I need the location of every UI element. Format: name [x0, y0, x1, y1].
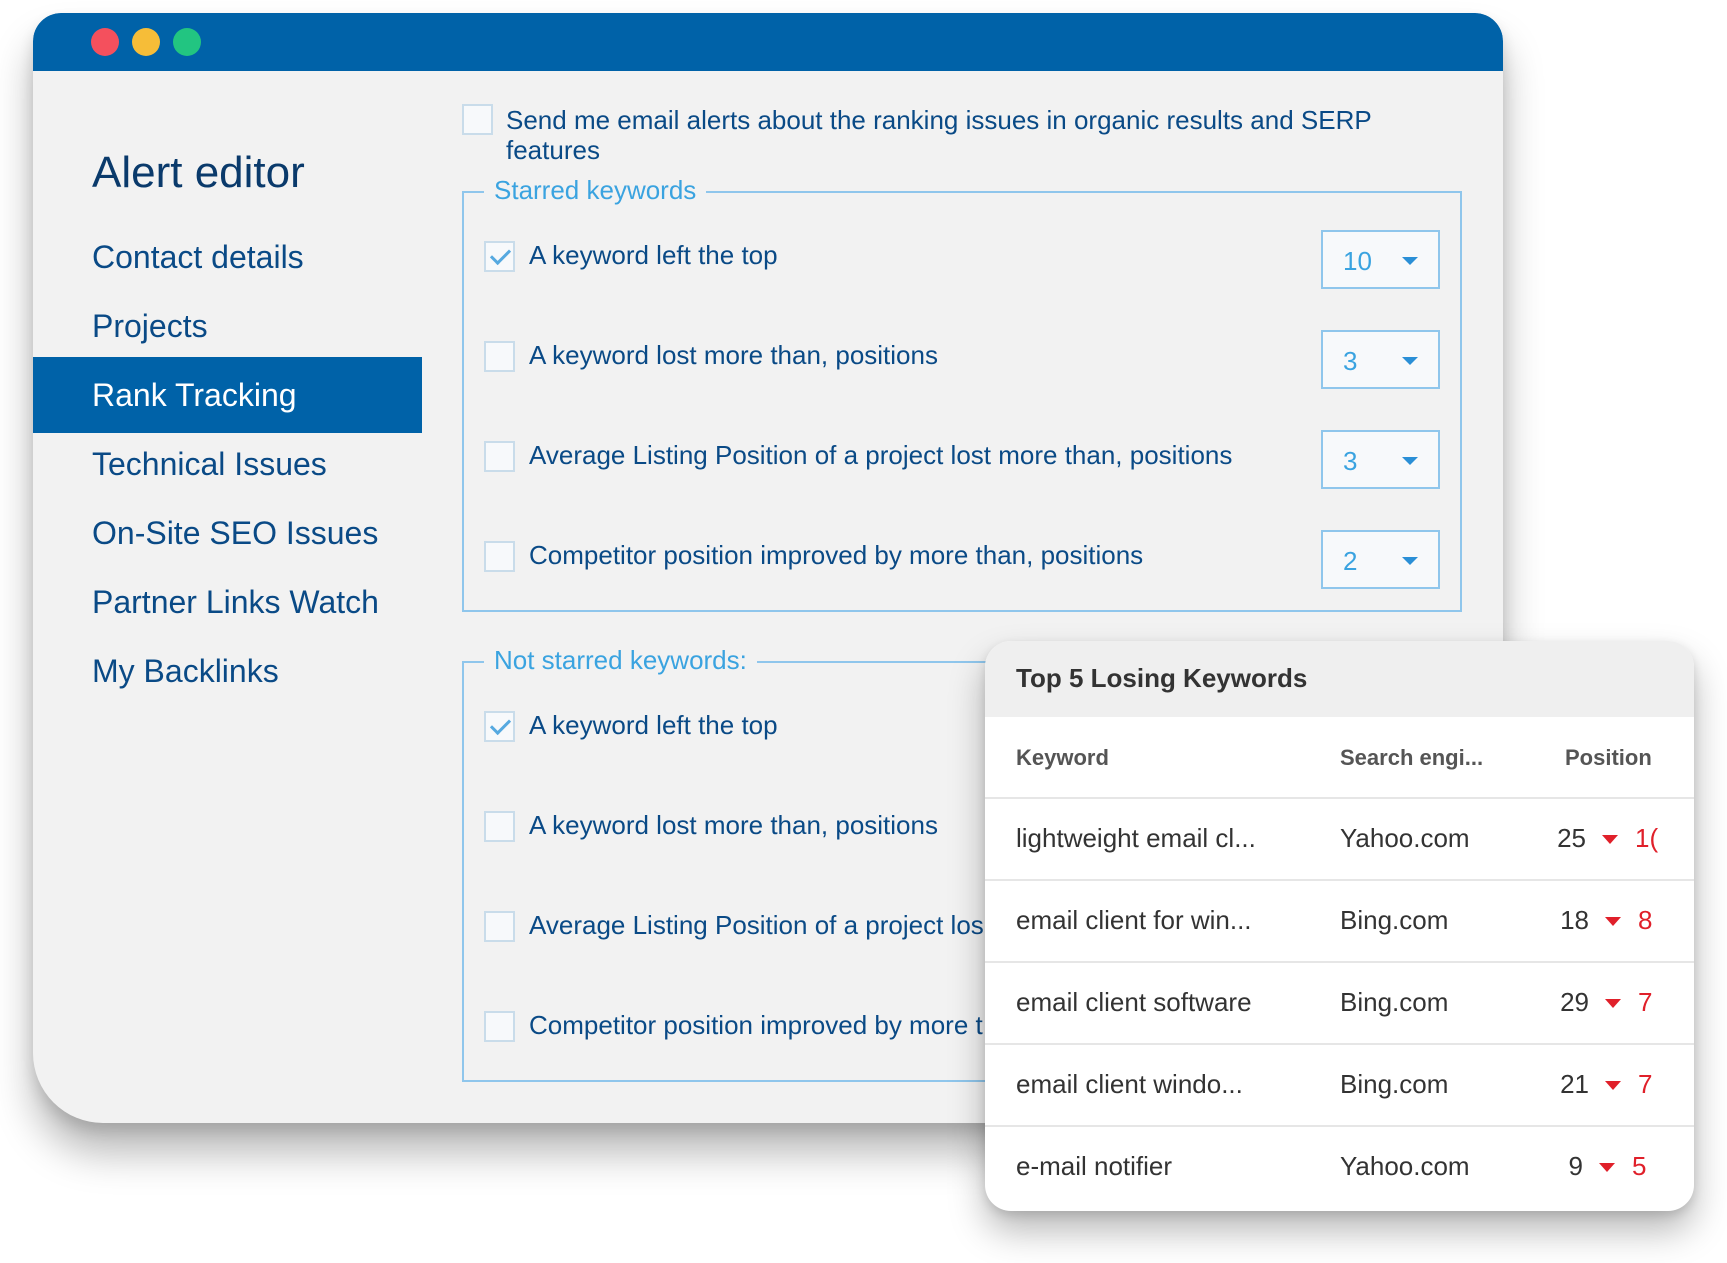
starred-avg-position-select[interactable]: 3 — [1321, 430, 1440, 489]
caret-down-icon — [1402, 457, 1418, 465]
engine-cell: Bing.com — [1340, 905, 1449, 935]
engine-cell: Yahoo.com — [1340, 1151, 1470, 1181]
position-cell: 25 — [1557, 823, 1586, 853]
change-cell: 1( — [1635, 823, 1659, 853]
top-losing-keywords-card: Top 5 Losing Keywords Keyword Search eng… — [985, 641, 1694, 1211]
table-row[interactable]: email client windo... Bing.com 21 7 — [985, 1043, 1694, 1125]
keyword-cell: email client software — [1016, 987, 1252, 1017]
not-starred-lost-positions-label: A keyword lost more than, positions — [529, 810, 938, 840]
decrease-arrow-icon — [1605, 917, 1621, 926]
keyword-cell: email client for win... — [1016, 905, 1252, 935]
engine-cell: Bing.com — [1340, 987, 1449, 1017]
select-value: 3 — [1343, 346, 1358, 376]
caret-down-icon — [1402, 257, 1418, 265]
decrease-arrow-icon — [1605, 999, 1621, 1008]
sidebar-item-my-backlinks[interactable]: My Backlinks — [33, 633, 422, 709]
sidebar-item-partner-links-watch[interactable]: Partner Links Watch — [33, 564, 422, 640]
minimize-window-button[interactable] — [132, 28, 160, 56]
not-starred-avg-position-checkbox[interactable] — [484, 911, 515, 942]
starred-lost-positions-label: A keyword lost more than, positions — [529, 340, 938, 370]
starred-left-top-select[interactable]: 10 — [1321, 230, 1440, 289]
title-bar — [33, 13, 1503, 71]
not-starred-keywords-legend: Not starred keywords: — [484, 645, 757, 676]
change-cell: 7 — [1638, 987, 1653, 1017]
email-alert-checkbox[interactable] — [462, 104, 493, 135]
column-header-position[interactable]: Position — [1565, 745, 1652, 771]
select-value: 10 — [1343, 246, 1372, 276]
maximize-window-button[interactable] — [173, 28, 201, 56]
keyword-cell: email client windo... — [1016, 1069, 1243, 1099]
sidebar-item-contact-details[interactable]: Contact details — [33, 219, 422, 295]
starred-competitor-checkbox[interactable] — [484, 541, 515, 572]
column-header-search-engine[interactable]: Search engi... — [1340, 745, 1483, 771]
select-value: 3 — [1343, 446, 1358, 476]
column-header-keyword[interactable]: Keyword — [1016, 745, 1109, 771]
keyword-cell: lightweight email cl... — [1016, 823, 1256, 853]
not-starred-lost-positions-checkbox[interactable] — [484, 811, 515, 842]
engine-cell: Bing.com — [1340, 1069, 1449, 1099]
close-window-button[interactable] — [91, 28, 119, 56]
starred-avg-position-checkbox[interactable] — [484, 441, 515, 472]
not-starred-left-top-checkbox[interactable] — [484, 711, 515, 742]
position-cell: 9 — [1568, 1151, 1583, 1181]
table-row[interactable]: lightweight email cl... Yahoo.com 25 1( — [985, 797, 1694, 879]
table-row[interactable]: email client software Bing.com 29 7 — [985, 961, 1694, 1043]
starred-left-top-checkbox[interactable] — [484, 241, 515, 272]
not-starred-competitor-checkbox[interactable] — [484, 1011, 515, 1042]
position-cell: 29 — [1560, 987, 1589, 1017]
sidebar-item-on-site-seo-issues[interactable]: On-Site SEO Issues — [33, 495, 422, 571]
starred-keywords-legend: Starred keywords — [484, 175, 707, 206]
starred-avg-position-label: Average Listing Position of a project lo… — [529, 440, 1233, 470]
card-header: Top 5 Losing Keywords — [985, 641, 1694, 717]
position-cell: 21 — [1560, 1069, 1589, 1099]
starred-competitor-select[interactable]: 2 — [1321, 530, 1440, 589]
sidebar-item-rank-tracking[interactable]: Rank Tracking — [33, 357, 422, 433]
position-cell: 18 — [1560, 905, 1589, 935]
engine-cell: Yahoo.com — [1340, 823, 1470, 853]
starred-competitor-label: Competitor position improved by more tha… — [529, 540, 1144, 570]
starred-left-top-label: A keyword left the top — [529, 240, 778, 270]
starred-lost-positions-select[interactable]: 3 — [1321, 330, 1440, 389]
email-alert-label: Send me email alerts about the ranking i… — [506, 105, 1372, 165]
caret-down-icon — [1402, 357, 1418, 365]
decrease-arrow-icon — [1599, 1163, 1615, 1172]
sidebar-item-projects[interactable]: Projects — [33, 288, 422, 364]
decrease-arrow-icon — [1605, 1081, 1621, 1090]
not-starred-avg-position-label: Average Listing Position of a project lo… — [529, 910, 984, 940]
keyword-cell: e-mail notifier — [1016, 1151, 1173, 1181]
select-value: 2 — [1343, 546, 1358, 576]
page-title: Alert editor — [92, 148, 305, 197]
sidebar-item-technical-issues[interactable]: Technical Issues — [33, 426, 422, 502]
change-cell: 8 — [1638, 905, 1653, 935]
not-starred-competitor-label: Competitor position improved by more t — [529, 1010, 983, 1040]
starred-lost-positions-checkbox[interactable] — [484, 341, 515, 372]
caret-down-icon — [1402, 557, 1418, 565]
change-cell: 7 — [1638, 1069, 1653, 1099]
table-row[interactable]: e-mail notifier Yahoo.com 9 5 — [985, 1125, 1694, 1207]
not-starred-left-top-label: A keyword left the top — [529, 710, 778, 740]
decrease-arrow-icon — [1602, 835, 1618, 844]
change-cell: 5 — [1632, 1151, 1647, 1181]
card-title: Top 5 Losing Keywords — [1016, 663, 1308, 693]
table-row[interactable]: email client for win... Bing.com 18 8 — [985, 879, 1694, 961]
